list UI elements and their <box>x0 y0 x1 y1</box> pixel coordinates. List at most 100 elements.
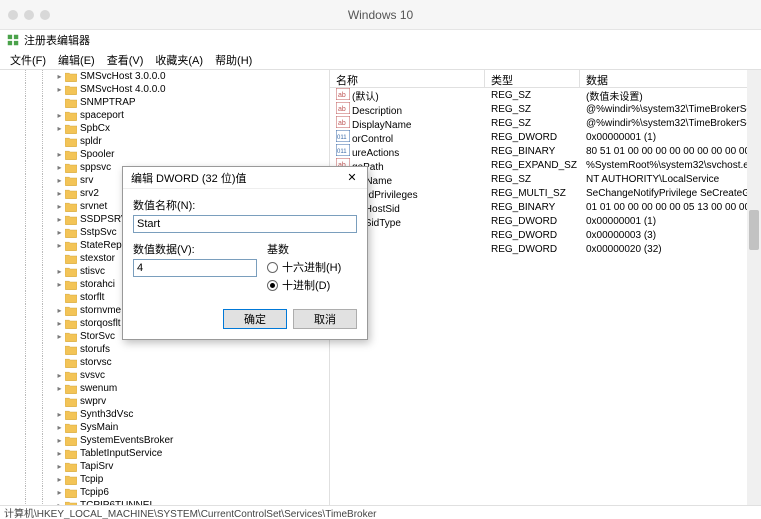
tree-item[interactable]: ▸spaceport <box>0 109 329 122</box>
tree-item[interactable]: swprv <box>0 395 329 408</box>
tree-label: SstpSvc <box>80 227 117 238</box>
expand-icon[interactable]: ▸ <box>55 475 64 484</box>
tree-item[interactable]: ▸SpbCx <box>0 122 329 135</box>
expand-icon[interactable]: ▸ <box>55 189 64 198</box>
expand-icon[interactable] <box>55 98 64 107</box>
expand-icon[interactable]: ▸ <box>55 306 64 315</box>
menu-view[interactable]: 查看(V) <box>103 51 148 69</box>
folder-icon <box>65 345 77 355</box>
tree-item[interactable]: ▸TCPIP6TUNNEL <box>0 499 329 505</box>
tree-item[interactable]: SNMPTRAP <box>0 96 329 109</box>
expand-icon[interactable] <box>55 397 64 406</box>
menu-file[interactable]: 文件(F) <box>6 51 50 69</box>
expand-icon[interactable]: ▸ <box>55 384 64 393</box>
expand-icon[interactable]: ▸ <box>55 332 64 341</box>
list-row[interactable]: abectNameREG_SZNT AUTHORITY\LocalService <box>330 172 761 186</box>
tree-item[interactable]: ▸Synth3dVsc <box>0 408 329 421</box>
tree-item[interactable]: ▸Tcpip <box>0 473 329 486</box>
tree-label: SMSvcHost 4.0.0.0 <box>80 84 166 95</box>
expand-icon[interactable]: ▸ <box>55 449 64 458</box>
close-icon[interactable]: ✕ <box>341 169 363 187</box>
value-data: NT AUTHORITY\LocalService <box>580 174 761 185</box>
folder-icon <box>65 150 77 160</box>
list-row[interactable]: 011iceSidTypeREG_DWORD0x00000001 (1) <box>330 214 761 228</box>
folder-icon <box>65 462 77 472</box>
list-row[interactable]: 011ureActionsREG_BINARY80 51 01 00 00 00… <box>330 144 761 158</box>
expand-icon[interactable] <box>55 137 64 146</box>
value-type: REG_BINARY <box>485 146 580 157</box>
list-row[interactable]: 011orControlREG_DWORD0x00000001 (1) <box>330 130 761 144</box>
expand-icon[interactable]: ▸ <box>55 215 64 224</box>
menu-help[interactable]: 帮助(H) <box>211 51 256 69</box>
value-data: 0x00000001 (1) <box>580 216 761 227</box>
tree-item[interactable]: ▸SysMain <box>0 421 329 434</box>
tree-item[interactable]: storvsc <box>0 356 329 369</box>
value-name-input[interactable] <box>133 215 357 233</box>
expand-icon[interactable]: ▸ <box>55 124 64 133</box>
tree-item[interactable]: ▸ SMSvcHost 4.0.0.0 <box>0 83 329 96</box>
menu-fav[interactable]: 收藏夹(A) <box>151 51 207 69</box>
tree-item[interactable]: ▸svsvc <box>0 369 329 382</box>
col-type[interactable]: 类型 <box>485 70 580 87</box>
expand-icon[interactable]: ▸ <box>55 241 64 250</box>
tree-item[interactable]: storufs <box>0 343 329 356</box>
expand-icon[interactable]: ▸ <box>55 462 64 471</box>
expand-icon[interactable]: ▸ <box>55 228 64 237</box>
expand-icon[interactable]: ▸ <box>55 280 64 289</box>
expand-icon[interactable]: ▸ <box>55 72 64 81</box>
cancel-button[interactable]: 取消 <box>293 309 357 329</box>
ok-button[interactable]: 确定 <box>223 309 287 329</box>
expand-icon[interactable]: ▸ <box>55 85 64 94</box>
list-row[interactable]: 011REG_DWORD0x00000003 (3) <box>330 228 761 242</box>
tree-item[interactable]: spldr <box>0 135 329 148</box>
tree-item[interactable]: ▸TapiSrv <box>0 460 329 473</box>
dialog-titlebar[interactable]: 编辑 DWORD (32 位)值 ✕ <box>123 167 367 189</box>
list-row[interactable]: abDisplayNameREG_SZ@%windir%\system32\Ti… <box>330 116 761 130</box>
value-type: REG_EXPAND_SZ <box>485 160 580 171</box>
menu-edit[interactable]: 编辑(E) <box>54 51 99 69</box>
expand-icon[interactable] <box>55 345 64 354</box>
value-icon: ab <box>336 88 350 100</box>
expand-icon[interactable]: ▸ <box>55 488 64 497</box>
value-data-input[interactable] <box>133 259 257 277</box>
tree-item[interactable]: ▸TabletInputService <box>0 447 329 460</box>
expand-icon[interactable] <box>55 293 64 302</box>
expand-icon[interactable]: ▸ <box>55 423 64 432</box>
tree-label: StorSvc <box>80 331 115 342</box>
list-row[interactable]: 011iceHostSidREG_BINARY01 01 00 00 00 00… <box>330 200 761 214</box>
list-row[interactable]: abgePathREG_EXPAND_SZ%SystemRoot%\system… <box>330 158 761 172</box>
expand-icon[interactable]: ▸ <box>55 202 64 211</box>
list-row[interactable]: abuiredPrivilegesREG_MULTI_SZSeChangeNot… <box>330 186 761 200</box>
radio-hex[interactable]: 十六进制(H) <box>267 259 357 275</box>
expand-icon[interactable] <box>55 254 64 263</box>
value-icon: ab <box>336 102 350 114</box>
expand-icon[interactable]: ▸ <box>55 267 64 276</box>
expand-icon[interactable]: ▸ <box>55 150 64 159</box>
expand-icon[interactable]: ▸ <box>55 163 64 172</box>
list-row[interactable]: abDescriptionREG_SZ@%windir%\system32\Ti… <box>330 102 761 116</box>
expand-icon[interactable]: ▸ <box>55 319 64 328</box>
col-name[interactable]: 名称 <box>330 70 485 87</box>
col-data[interactable]: 数据 <box>580 70 761 87</box>
list-row[interactable]: 011REG_DWORD0x00000020 (32) <box>330 242 761 256</box>
folder-icon <box>65 384 77 394</box>
expand-icon[interactable]: ▸ <box>55 176 64 185</box>
radio-dec[interactable]: 十进制(D) <box>267 277 357 293</box>
expand-icon[interactable]: ▸ <box>55 111 64 120</box>
tree-item[interactable]: ▸SystemEventsBroker <box>0 434 329 447</box>
list-row[interactable]: ab(默认)REG_SZ(数值未设置) <box>330 88 761 102</box>
expand-icon[interactable] <box>55 358 64 367</box>
tree-item[interactable]: ▸Tcpip6 <box>0 486 329 499</box>
menu-bar: 文件(F) 编辑(E) 查看(V) 收藏夹(A) 帮助(H) <box>0 50 761 70</box>
expand-icon[interactable]: ▸ <box>55 436 64 445</box>
expand-icon[interactable]: ▸ <box>55 501 64 505</box>
vscroll-thumb[interactable] <box>749 210 759 250</box>
expand-icon[interactable]: ▸ <box>55 371 64 380</box>
tree-item[interactable]: ▸swenum <box>0 382 329 395</box>
tree-item[interactable]: ▸Spooler <box>0 148 329 161</box>
folder-icon <box>65 306 77 316</box>
expand-icon[interactable]: ▸ <box>55 410 64 419</box>
tree-item[interactable]: ▸SMSvcHost 3.0.0.0 <box>0 70 329 83</box>
vscrollbar[interactable] <box>747 70 761 505</box>
edit-dword-dialog: 编辑 DWORD (32 位)值 ✕ 数值名称(N): 数值数据(V): 基数 … <box>122 166 368 340</box>
